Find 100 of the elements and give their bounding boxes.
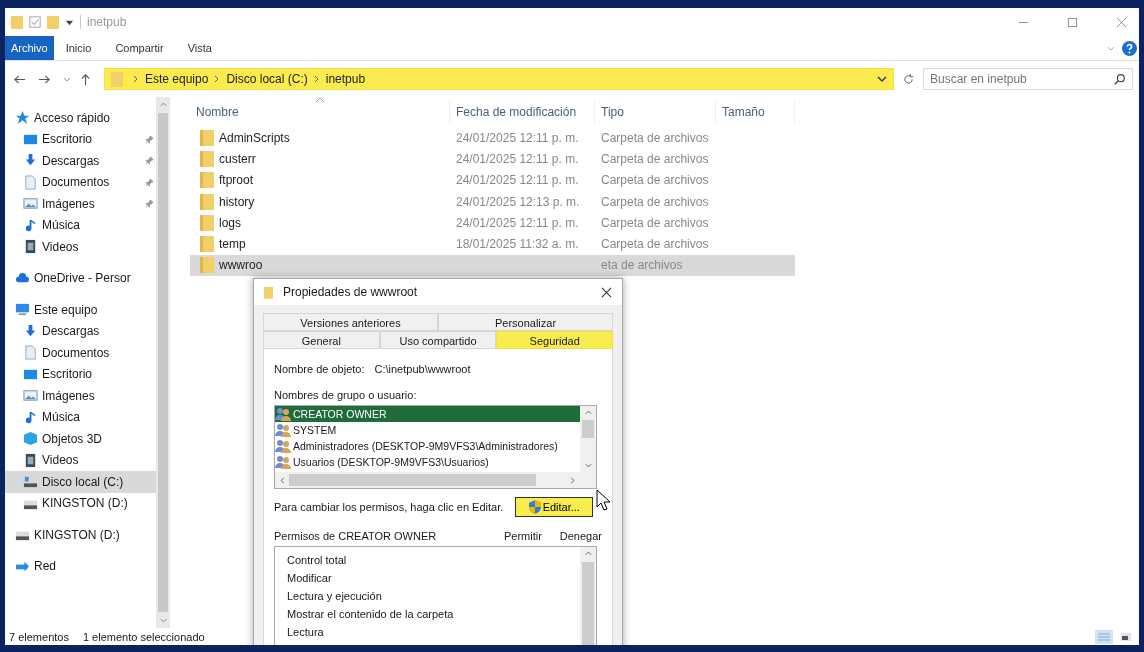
maximize-icon[interactable] (1067, 16, 1078, 28)
file-row[interactable]: temp 18/01/2025 11:32 a. m. Carpeta de archivos (190, 233, 795, 255)
dialog-tab[interactable]: Personalizar (438, 313, 613, 331)
date-cell: 24/01/2025 12:13 p. m. (456, 194, 580, 209)
sidebar-item[interactable]: Imágenes (5, 193, 156, 215)
breadcrumb[interactable]: Disco local (C:) (226, 72, 308, 86)
chevron-icon (214, 75, 221, 83)
column-header[interactable]: Tamaño (716, 101, 795, 123)
address-bar[interactable]: Este equipo Disco local (C:) inetpub (104, 68, 894, 90)
dialog-tab[interactable]: Seguridad (496, 331, 613, 349)
refresh-icon[interactable] (902, 72, 915, 86)
sidebar-item[interactable]: Videos (5, 449, 156, 471)
help-icon[interactable] (1122, 40, 1137, 56)
scroll-up-icon[interactable] (158, 101, 168, 107)
sidebar-item[interactable]: KINGSTON (D:) (5, 524, 156, 546)
pin-icon[interactable] (145, 177, 154, 187)
type-cell: Carpeta de archivos (601, 173, 709, 188)
scrollbar-thumb[interactable] (582, 420, 594, 438)
sidebar-item[interactable]: Descargas (5, 320, 156, 342)
search-field[interactable]: Buscar en inetpub (923, 68, 1133, 90)
deny-column-header: Denegar (559, 530, 602, 542)
user-item[interactable]: Administradores (DESKTOP-9M9VFS3\Administradores) (275, 438, 580, 454)
file-row[interactable]: custerr 24/01/2025 12:11 p. m. Carpeta de archivos (190, 148, 795, 170)
user-item[interactable]: SYSTEM (275, 422, 580, 438)
file-name: AdminScripts (219, 130, 290, 145)
type-cell: Carpeta de archivos (601, 215, 709, 230)
user-item[interactable]: Usuarios (DESKTOP-9M9VFS3\Usuarios) (275, 454, 580, 470)
scrollbar[interactable] (580, 406, 596, 472)
scroll-left-icon[interactable] (279, 475, 285, 485)
pictures-icon (23, 196, 38, 212)
sidebar-item[interactable]: Documentos (5, 171, 156, 193)
file-row[interactable]: wwwroo eta de archivos (190, 254, 795, 277)
sidebar-item[interactable]: Documentos (5, 342, 156, 364)
folder-icon (200, 214, 214, 231)
dropdown-icon[interactable] (877, 75, 887, 83)
computer-icon (15, 302, 30, 318)
scrollbar[interactable] (580, 547, 596, 645)
sidebar-item[interactable]: Acceso rápido (5, 107, 156, 129)
file-row[interactable]: ftproot 24/01/2025 12:11 p. m. Carpeta de archivos (190, 169, 795, 191)
date-cell: 18/01/2025 11:32 a. m. (456, 237, 579, 252)
mouse-cursor-icon (596, 489, 610, 511)
column-header[interactable]: Nombre (190, 101, 450, 123)
permissions-label: Permisos de CREATOR OWNER (274, 530, 438, 542)
scrollbar[interactable] (156, 97, 170, 628)
sidebar-item[interactable]: Escritorio (5, 128, 156, 150)
checkbox-icon[interactable] (29, 15, 41, 29)
scroll-down-icon[interactable] (158, 618, 168, 624)
file-row[interactable]: AdminScripts 24/01/2025 12:11 p. m. Carpeta de archivos (190, 127, 795, 149)
date-cell: 24/01/2025 12:11 p. m. (456, 151, 579, 166)
permission-item: Mostrar el contenido de la carpeta (287, 607, 455, 622)
dialog-tab[interactable]: General (263, 331, 380, 349)
file-row[interactable]: logs 24/01/2025 12:11 p. m. Carpeta de archivos (190, 212, 795, 234)
sidebar-item[interactable]: KINGSTON (D:) (5, 492, 156, 514)
permission-item: Control total (287, 553, 348, 568)
ribbon-tab[interactable]: Vista (175, 36, 224, 60)
edit-button[interactable]: Editar... (515, 497, 594, 517)
sidebar-item[interactable]: Disco local (C:) (5, 471, 156, 493)
breadcrumb[interactable]: inetpub (325, 72, 366, 86)
scrollbar-thumb[interactable] (289, 474, 536, 486)
sidebar-item[interactable]: Objetos 3D (5, 428, 156, 450)
dialog-tab[interactable]: Uso compartido (379, 331, 497, 349)
pin-icon[interactable] (145, 134, 154, 144)
file-row[interactable]: history 24/01/2025 12:13 p. m. Carpeta de archivos (190, 190, 795, 213)
scrollbar-thumb[interactable] (158, 113, 168, 612)
sidebar-item[interactable]: Videos (5, 236, 156, 258)
column-header[interactable]: Tipo (595, 101, 716, 123)
folder-icon (264, 285, 273, 299)
sidebar-item[interactable]: Este equipo (5, 299, 156, 321)
horizontal-scrollbar[interactable] (275, 472, 596, 488)
close-icon[interactable] (601, 286, 612, 298)
breadcrumb[interactable]: Este equipo (145, 72, 209, 86)
up-arrow-icon[interactable] (79, 72, 92, 86)
sidebar-item[interactable]: Descargas (5, 150, 156, 172)
ribbon-tab[interactable]: Inicio (53, 36, 104, 60)
sidebar-item[interactable]: Música (5, 214, 156, 236)
pin-icon[interactable] (145, 199, 154, 209)
column-header[interactable]: Fecha de modificación (450, 101, 595, 123)
scrollbar-thumb[interactable] (582, 562, 594, 645)
user-item[interactable]: CREATOR OWNER (275, 406, 580, 422)
folder-icon[interactable] (47, 15, 59, 29)
ribbon-tab[interactable]: Compartir (103, 36, 176, 60)
dialog-tab[interactable]: Versiones anteriores (263, 313, 438, 331)
item-count: 7 elementos (9, 630, 69, 643)
scroll-down-icon[interactable] (583, 463, 593, 469)
shield-icon (528, 500, 541, 514)
sidebar-item[interactable]: Escritorio (5, 363, 156, 385)
sidebar-item[interactable]: Música (5, 406, 156, 428)
music-icon (23, 217, 38, 233)
folder-icon[interactable] (11, 15, 23, 29)
sidebar-item[interactable]: Imágenes (5, 385, 156, 407)
sort-caret-icon (315, 97, 325, 103)
scroll-up-icon[interactable] (583, 409, 593, 415)
sidebar-item[interactable]: Red (5, 555, 156, 577)
music-icon (23, 409, 38, 425)
folder-icon (200, 129, 214, 146)
pin-icon[interactable] (145, 156, 154, 166)
sidebar-item[interactable]: OneDrive - Persor (5, 267, 156, 289)
selection-count: 1 elemento seleccionado (82, 630, 205, 643)
scroll-up-icon[interactable] (583, 550, 593, 556)
scroll-right-icon[interactable] (570, 475, 576, 485)
